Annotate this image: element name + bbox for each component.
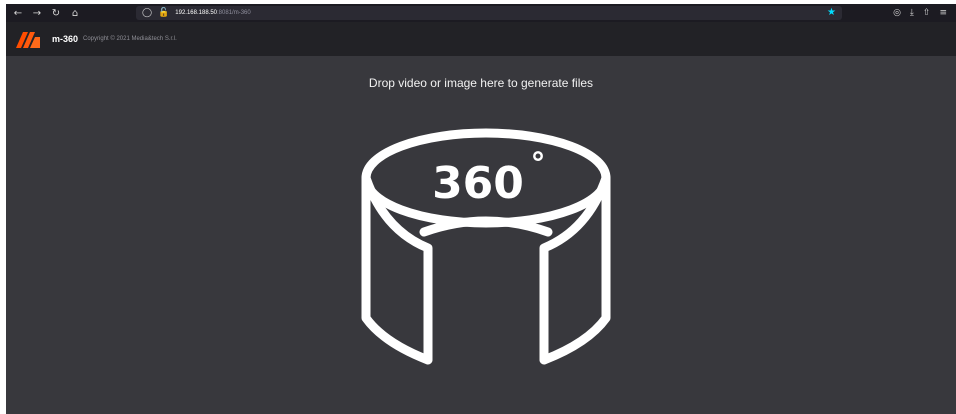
drop-zone[interactable]: Drop video or image here to generate fil… — [6, 56, 956, 414]
extensions-icon[interactable]: ⇧ — [923, 8, 931, 18]
url-bar[interactable]: ◯ 🔓 192.168.188.50 :8081/m-360 ★ — [136, 6, 842, 20]
degree-symbol: ° — [531, 147, 546, 182]
pocket-icon[interactable]: ◎ — [893, 8, 901, 18]
reload-icon[interactable]: ↻ — [49, 6, 63, 20]
browser-tools: ◎ ⤓ ⇧ ≡ — [893, 4, 956, 22]
brand-logo-icon — [16, 32, 40, 48]
forward-icon[interactable]: → — [30, 6, 44, 20]
url-path: :8081/m-360 — [217, 10, 251, 16]
drop-instructions: Drop video or image here to generate fil… — [368, 76, 594, 90]
copyright-text: Copyright © 2021 Media&tech S.r.l. — [83, 36, 177, 42]
lock-icon[interactable]: 🔓 — [158, 8, 169, 18]
back-icon[interactable]: ← — [11, 6, 25, 20]
shield-icon[interactable]: ◯ — [142, 8, 152, 18]
bookmark-star-icon[interactable]: ★ — [827, 7, 836, 18]
360-label: 360 — [432, 158, 524, 209]
url-host: 192.168.188.50 — [175, 10, 218, 16]
browser-toolbar: ← → ↻ ⌂ ◯ 🔓 192.168.188.50 :8081/m-360 ★… — [6, 4, 956, 22]
download-icon[interactable]: ⤓ — [910, 8, 914, 18]
menu-icon[interactable]: ≡ — [939, 8, 947, 18]
browser-window: ← → ↻ ⌂ ◯ 🔓 192.168.188.50 :8081/m-360 ★… — [6, 4, 956, 414]
home-icon[interactable]: ⌂ — [68, 6, 82, 20]
360-view-icon: 360 ° — [361, 128, 611, 365]
app-header: m-360 Copyright © 2021 Media&tech S.r.l. — [6, 22, 956, 56]
app-title: m-360 — [52, 34, 79, 44]
